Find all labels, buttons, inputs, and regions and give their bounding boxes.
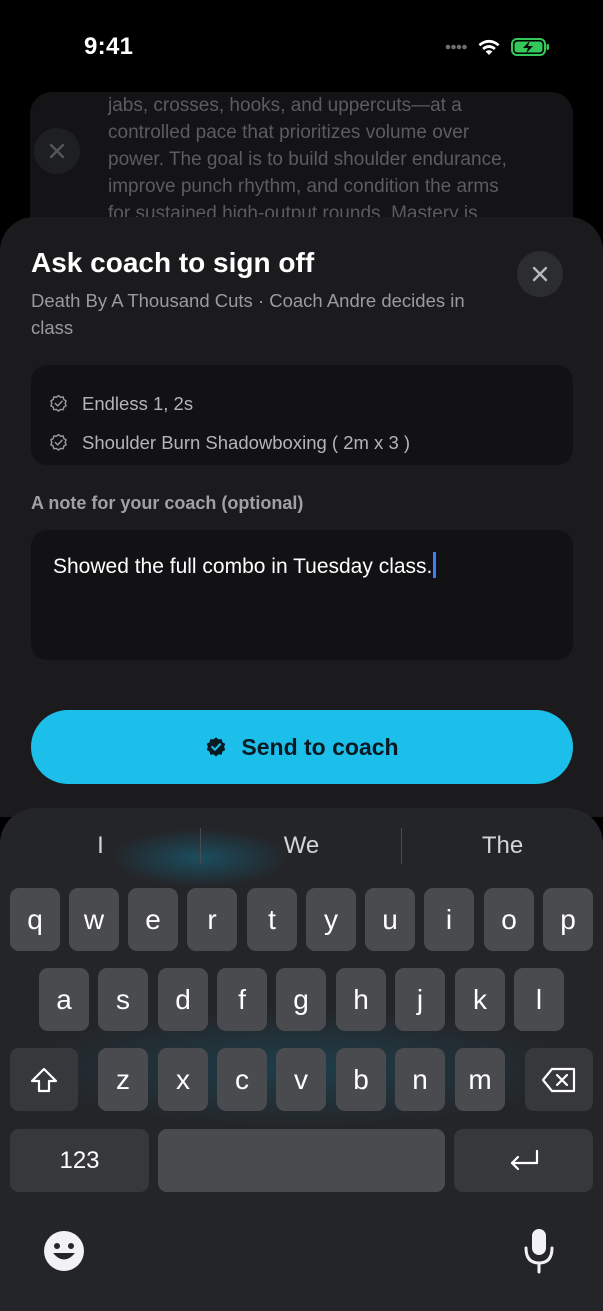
key-x[interactable]: x [158,1048,208,1111]
sheet-title: Ask coach to sign off [31,247,315,278]
shift-icon [30,1067,58,1092]
key-t[interactable]: t [247,888,297,951]
emoji-button[interactable] [42,1229,86,1273]
background-description-text: jabs, crosses, hooks, and uppercuts—at a… [108,95,507,224]
key-w[interactable]: w [69,888,119,951]
requirement-label: Shoulder Burn Shadowboxing ( 2m x 3 ) [82,431,411,453]
key-z[interactable]: z [98,1048,148,1111]
key-b[interactable]: b [336,1048,386,1111]
space-key[interactable] [158,1129,445,1192]
requirement-label: Endless 1, 2s [82,392,194,414]
sheet-subtitle: Death By A Thousand Cuts · Coach Andre d… [31,290,465,338]
key-a[interactable]: a [39,968,89,1031]
wifi-icon [478,39,500,55]
list-item: Endless 1, 2s [49,384,573,423]
delete-backward-icon [541,1067,576,1092]
send-to-coach-label: Send to coach [241,733,399,760]
microphone-icon [524,1229,554,1274]
requirements-list: Endless 1, 2s Shoulder Burn Shadowboxing… [31,365,573,465]
text-caret [433,552,437,578]
sign-off-sheet: Ask coach to sign off Death By A Thousan… [0,217,603,817]
delete-key[interactable] [525,1048,593,1111]
key-f[interactable]: f [217,968,267,1031]
return-icon [510,1149,538,1170]
status-bar: 9:41 [0,0,603,92]
note-label: A note for your coach (optional) [31,493,304,513]
key-i[interactable]: i [424,888,474,951]
key-r[interactable]: r [187,888,237,951]
key-u[interactable]: u [365,888,415,951]
status-time: 9:41 [84,33,134,60]
key-s[interactable]: s [98,968,148,1031]
close-sheet-button[interactable] [517,251,563,297]
close-icon [49,143,65,159]
key-h[interactable]: h [336,968,386,1031]
numbers-key[interactable]: 123 [10,1129,149,1192]
suggestion-item[interactable]: I [0,828,201,864]
key-p[interactable]: p [543,888,593,951]
verified-badge-icon [207,737,226,757]
coach-note-value: Showed the full combo in Tuesday class. [53,555,433,578]
battery-charging-icon [511,38,549,56]
suggestion-item[interactable]: We [201,828,402,864]
emoji-icon [44,1231,84,1271]
coach-note-input[interactable]: Showed the full combo in Tuesday class. [31,530,573,660]
dictation-button[interactable] [522,1227,556,1275]
suggestion-bar: I We The [0,828,603,864]
key-q[interactable]: q [10,888,60,951]
suggestion-item[interactable]: The [402,828,603,864]
cellular-signal-icon [445,44,467,50]
suggestion-divider [401,828,402,864]
keyboard: I We The q w e r t y u i o p a s d f g h… [0,808,603,1311]
key-g[interactable]: g [276,968,326,1031]
background-close-button[interactable] [34,128,80,174]
return-key[interactable] [454,1129,593,1192]
key-d[interactable]: d [158,968,208,1031]
key-v[interactable]: v [276,1048,326,1111]
suggestion-divider [200,828,201,864]
shift-key[interactable] [10,1048,78,1111]
verified-badge-icon [50,394,67,412]
send-to-coach-button[interactable]: Send to coach [31,710,573,784]
key-e[interactable]: e [128,888,178,951]
close-icon [532,266,548,282]
key-o[interactable]: o [484,888,534,951]
key-n[interactable]: n [395,1048,445,1111]
key-k[interactable]: k [455,968,505,1031]
status-icons [445,37,551,57]
verified-badge-icon [50,433,67,451]
key-m[interactable]: m [455,1048,505,1111]
key-y[interactable]: y [306,888,356,951]
key-j[interactable]: j [395,968,445,1031]
list-item: Shoulder Burn Shadowboxing ( 2m x 3 ) [49,423,573,462]
key-l[interactable]: l [514,968,564,1031]
key-c[interactable]: c [217,1048,267,1111]
